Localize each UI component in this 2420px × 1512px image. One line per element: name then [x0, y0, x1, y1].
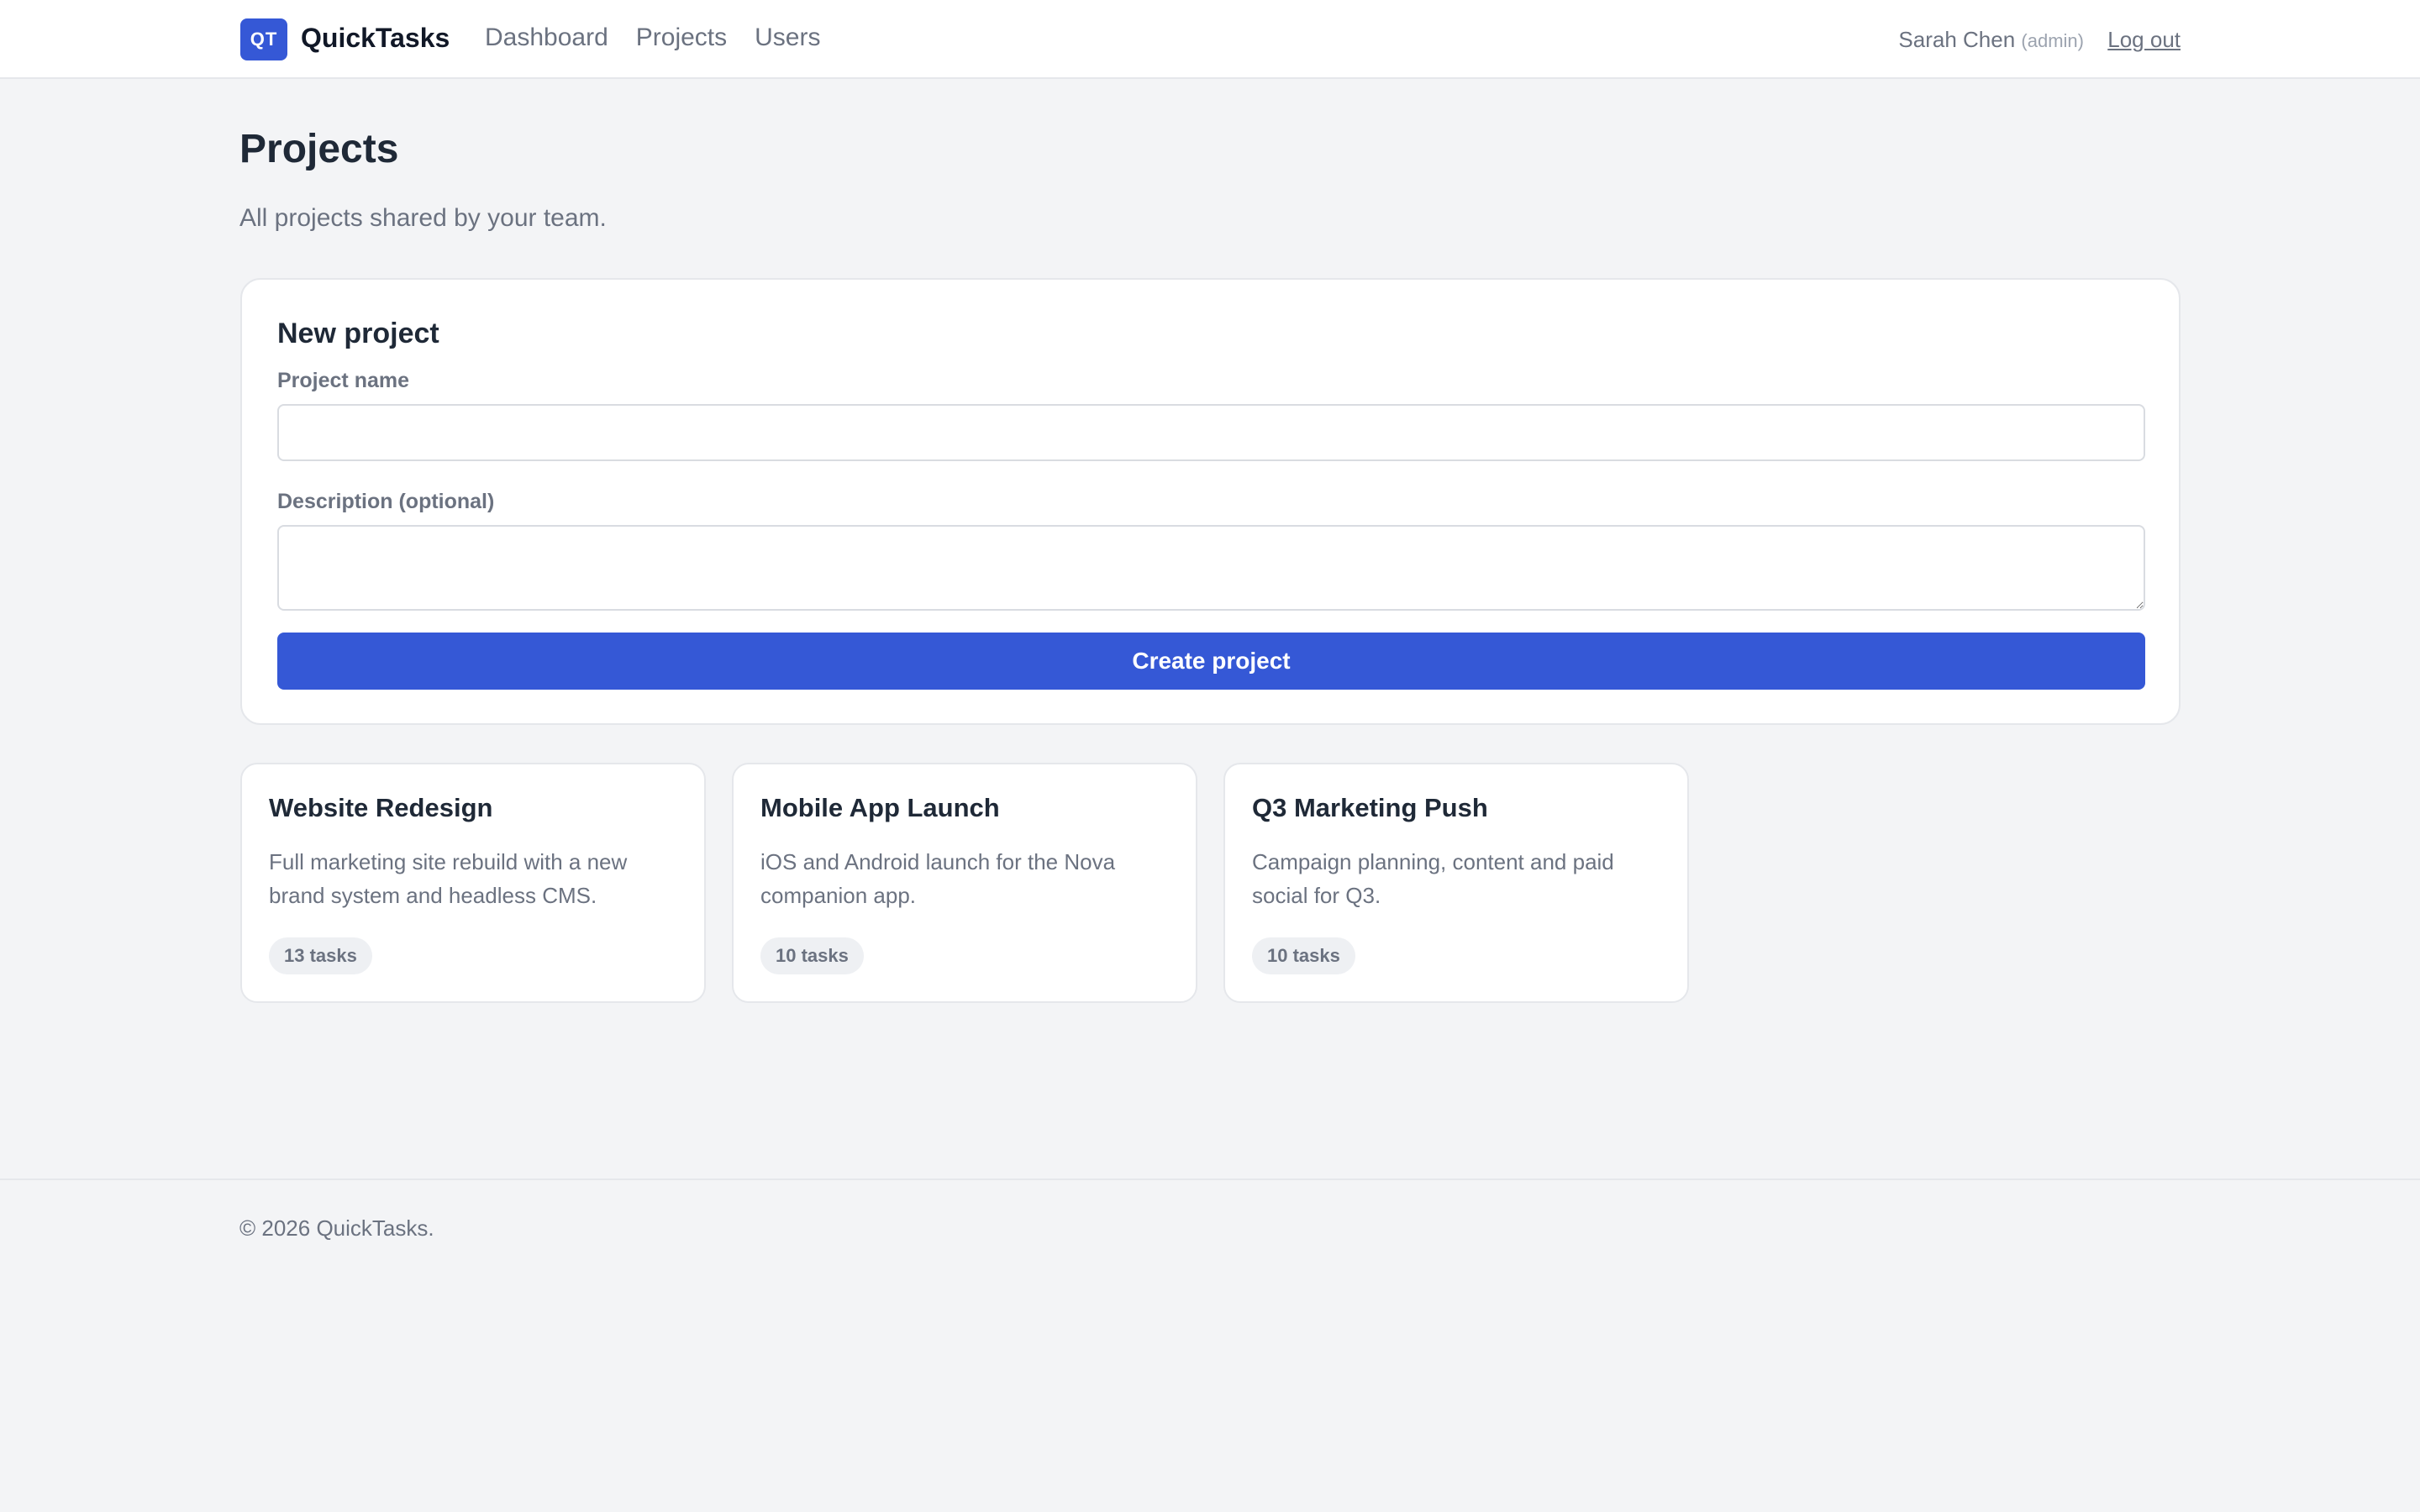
task-count-badge: 13 tasks: [269, 937, 372, 974]
form-title: New project: [277, 318, 439, 349]
new-project-form: New project Project name Description (op…: [240, 278, 2181, 725]
user-name: Sarah Chen: [1898, 27, 2016, 52]
nav-users[interactable]: Users: [755, 20, 820, 55]
project-name: Q3 Marketing Push: [1252, 793, 1488, 822]
current-user: Sarah Chen (admin): [1898, 24, 2084, 57]
footer-copyright: © 2026 QuickTasks.: [239, 1215, 434, 1241]
top-navbar: QT QuickTasks Dashboard Projects Users S…: [0, 0, 2420, 79]
project-card-mobile-app-launch[interactable]: Mobile App Launch iOS and Android launch…: [732, 763, 1197, 1003]
user-role: (admin): [2021, 30, 2084, 51]
project-card-website-redesign[interactable]: Website Redesign Full marketing site reb…: [240, 763, 706, 1003]
task-count-badge: 10 tasks: [760, 937, 864, 974]
project-description: iOS and Android launch for the Nova comp…: [760, 849, 1116, 908]
main-nav: Dashboard Projects Users: [485, 20, 820, 55]
project-description: Campaign planning, content and paid soci…: [1252, 849, 1614, 908]
page-subtitle: All projects shared by your team.: [239, 204, 607, 232]
logo-badge[interactable]: QT: [240, 18, 287, 60]
project-name-input[interactable]: [277, 404, 2145, 461]
description-label: Description (optional): [277, 490, 495, 513]
nav-dashboard[interactable]: Dashboard: [485, 20, 608, 55]
nav-projects[interactable]: Projects: [636, 20, 727, 55]
project-name-label: Project name: [277, 369, 410, 392]
task-count-badge: 10 tasks: [1252, 937, 1355, 974]
description-textarea[interactable]: [277, 525, 2145, 611]
brand-name[interactable]: QuickTasks: [301, 20, 450, 55]
project-description: Full marketing site rebuild with a new b…: [269, 849, 628, 908]
project-name: Mobile App Launch: [760, 793, 1000, 822]
footer-divider: [0, 1179, 2420, 1180]
project-card-q3-marketing-push[interactable]: Q3 Marketing Push Campaign planning, con…: [1223, 763, 1689, 1003]
page-title: Projects: [239, 127, 399, 171]
logout-link[interactable]: Log out: [2107, 24, 2181, 55]
project-name: Website Redesign: [269, 793, 493, 822]
create-project-button[interactable]: Create project: [277, 633, 2145, 690]
